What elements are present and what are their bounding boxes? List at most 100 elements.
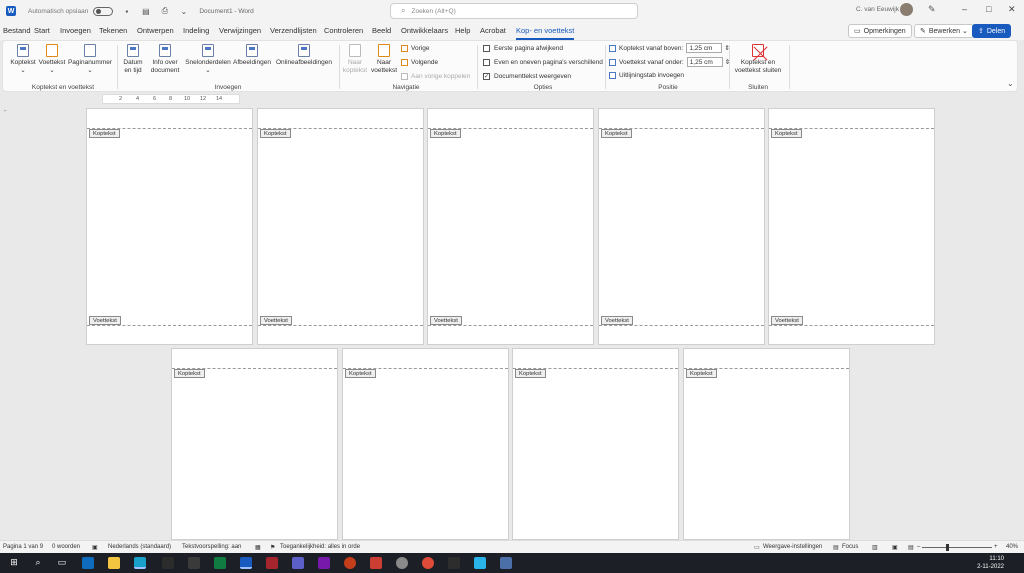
comments-button[interactable]: ▭ Opmerkingen [848, 24, 912, 38]
page-info[interactable]: Pagina 1 van 9 [3, 544, 43, 550]
chrome-icon[interactable] [422, 557, 434, 569]
tab-start[interactable]: Start [34, 26, 50, 35]
tab-verzendlijsten[interactable]: Verzendlijsten [270, 26, 317, 35]
different-first-page-checkbox[interactable]: Eerste pagina afwijkend [483, 45, 563, 52]
document-info-button[interactable]: Info over document [146, 44, 184, 75]
display-settings-button[interactable]: Weergave-instellingen [763, 544, 822, 550]
zoom-out-icon[interactable]: – [917, 544, 920, 550]
proofing-icon[interactable]: ▣ [92, 544, 98, 551]
pen-icon[interactable]: ✎ [928, 4, 936, 15]
app-icon-4[interactable] [448, 557, 460, 569]
print-layout-icon[interactable]: ▣ [892, 544, 898, 551]
app-icon-2[interactable] [370, 557, 382, 569]
tab-tekenen[interactable]: Tekenen [99, 26, 127, 35]
app-icon-3[interactable] [396, 557, 408, 569]
page[interactable]: Koptekst Voettekst [427, 108, 594, 345]
page[interactable]: Koptekst Voettekst [86, 108, 253, 345]
page-number-button[interactable]: Paginanummer ⌄ [67, 44, 113, 75]
previous-button[interactable]: Vorige [401, 45, 429, 52]
save-icon[interactable]: ▪ [121, 6, 132, 17]
header-button[interactable]: Koptekst ⌄ [9, 44, 37, 75]
quick-access-chevron-icon[interactable]: ⌄ [178, 6, 189, 17]
close-header-footer-button[interactable]: Koptekst en voettekst sluiten [731, 44, 785, 75]
zoom-level[interactable]: 40% [1006, 544, 1018, 550]
tab-bestand[interactable]: Bestand [3, 26, 31, 35]
app-icon-5[interactable] [474, 557, 486, 569]
text-predictions-status[interactable]: Tekstvoorspelling: aan [182, 544, 241, 550]
autosave-toggle[interactable] [93, 6, 114, 16]
page[interactable]: Koptekst Voettekst [768, 108, 935, 345]
footer-from-bottom-input[interactable]: 1,25 cm [686, 57, 723, 67]
excel-icon[interactable] [214, 557, 226, 569]
tab-indeling[interactable]: Indeling [183, 26, 209, 35]
horizontal-ruler[interactable]: 2 4 6 8 10 12 14 [102, 94, 240, 104]
footer-from-bottom-field[interactable]: Voettekst vanaf onder: 1,25 cm ⇕ [609, 57, 730, 67]
goto-footer-button[interactable]: Naar voettekst [369, 44, 399, 75]
tab-beeld[interactable]: Beeld [372, 26, 391, 35]
system-clock[interactable]: 11:10 2-11-2022 [977, 555, 1004, 571]
page[interactable]: Koptekst [342, 348, 509, 540]
read-mode-icon[interactable]: ▥ [872, 544, 878, 551]
page-setup-icon[interactable]: ▤ [140, 6, 151, 17]
page[interactable]: Koptekst Voettekst [257, 108, 424, 345]
search-icon[interactable]: ⌕ [32, 557, 44, 569]
next-button[interactable]: Volgende [401, 59, 438, 66]
outlook-icon[interactable] [82, 557, 94, 569]
header-from-top-field[interactable]: Koptekst vanaf boven: 1,25 cm ⇕ [609, 43, 730, 53]
tab-invoegen[interactable]: Invoegen [60, 26, 91, 35]
share-button[interactable]: ⇪ Delen [972, 24, 1012, 38]
pictures-button[interactable]: Afbeeldingen [231, 44, 273, 67]
terminal-icon[interactable] [162, 557, 174, 569]
show-document-text-checkbox[interactable]: ✓ Documenttekst weergeven [483, 73, 571, 80]
edit-mode-button[interactable]: ✎ Bewerken ⌄ [914, 24, 974, 38]
page[interactable]: Koptekst [512, 348, 679, 540]
search-box[interactable]: ⌕ Zoeken (Alt+Q) [390, 3, 638, 19]
task-view-icon[interactable]: ▭ [56, 557, 68, 569]
web-layout-icon[interactable]: ▤ [908, 544, 914, 551]
print-icon[interactable]: ⎙ [159, 6, 170, 17]
footer-button[interactable]: Voettekst ⌄ [37, 44, 67, 75]
zoom-in-icon[interactable]: + [994, 544, 998, 550]
online-pictures-button[interactable]: Onlineafbeeldingen [273, 44, 335, 67]
ribbon-collapse-chevron-icon[interactable]: ⌄ [1007, 79, 1014, 88]
goto-header-button[interactable]: Naar koptekst [341, 44, 369, 75]
page[interactable]: Koptekst [171, 348, 338, 540]
tab-verwijzingen[interactable]: Verwijzingen [219, 26, 261, 35]
teams-icon[interactable] [292, 557, 304, 569]
tab-ontwikkelaars[interactable]: Ontwikkelaars [401, 26, 448, 35]
link-to-previous-button[interactable]: Aan vorige koppelen [401, 73, 470, 80]
windows-start-icon[interactable]: ⊞ [8, 557, 20, 569]
language-status[interactable]: Nederlands (standaard) [108, 544, 171, 550]
maximize-icon[interactable]: □ [986, 4, 991, 14]
close-icon[interactable]: ✕ [1008, 4, 1016, 15]
page[interactable]: Koptekst [683, 348, 850, 540]
insert-alignment-tab-button[interactable]: Uitlijningstab invoegen [609, 72, 684, 79]
access-icon[interactable] [266, 557, 278, 569]
avatar[interactable] [900, 3, 913, 16]
quick-parts-button[interactable]: Snelonderdelen ⌄ [185, 44, 231, 75]
app-icon-6[interactable] [500, 557, 512, 569]
header-from-top-input[interactable]: 1,25 cm [686, 43, 723, 53]
word-icon[interactable] [240, 557, 252, 569]
powerpoint-icon[interactable] [344, 557, 356, 569]
onenote-icon[interactable] [318, 557, 330, 569]
tab-controleren[interactable]: Controleren [324, 26, 363, 35]
tab-acrobat[interactable]: Acrobat [480, 26, 506, 35]
accessibility-status[interactable]: Toegankelijkheid: alles in orde [280, 544, 360, 550]
minimize-icon[interactable]: – [962, 4, 967, 14]
different-odd-even-checkbox[interactable]: Even en oneven pagina's verschillend [483, 59, 603, 66]
zoom-slider[interactable] [922, 547, 992, 548]
date-time-button[interactable]: Datum en tijd [121, 44, 145, 75]
macro-icon[interactable]: ▦ [255, 544, 261, 551]
edge-icon[interactable] [134, 557, 146, 569]
word-count[interactable]: 0 woorden [52, 544, 80, 550]
page[interactable]: Koptekst Voettekst [598, 108, 765, 345]
user-name[interactable]: C. van Eeuwijk [856, 6, 899, 13]
tab-help[interactable]: Help [455, 26, 470, 35]
app-icon[interactable] [188, 557, 200, 569]
file-explorer-icon[interactable] [108, 557, 120, 569]
tab-kop-en-voettekst[interactable]: Kop- en voettekst [516, 26, 575, 40]
focus-button[interactable]: Focus [842, 544, 858, 550]
tab-ontwerpen[interactable]: Ontwerpen [137, 26, 174, 35]
zoom-slider-handle[interactable] [946, 544, 949, 551]
